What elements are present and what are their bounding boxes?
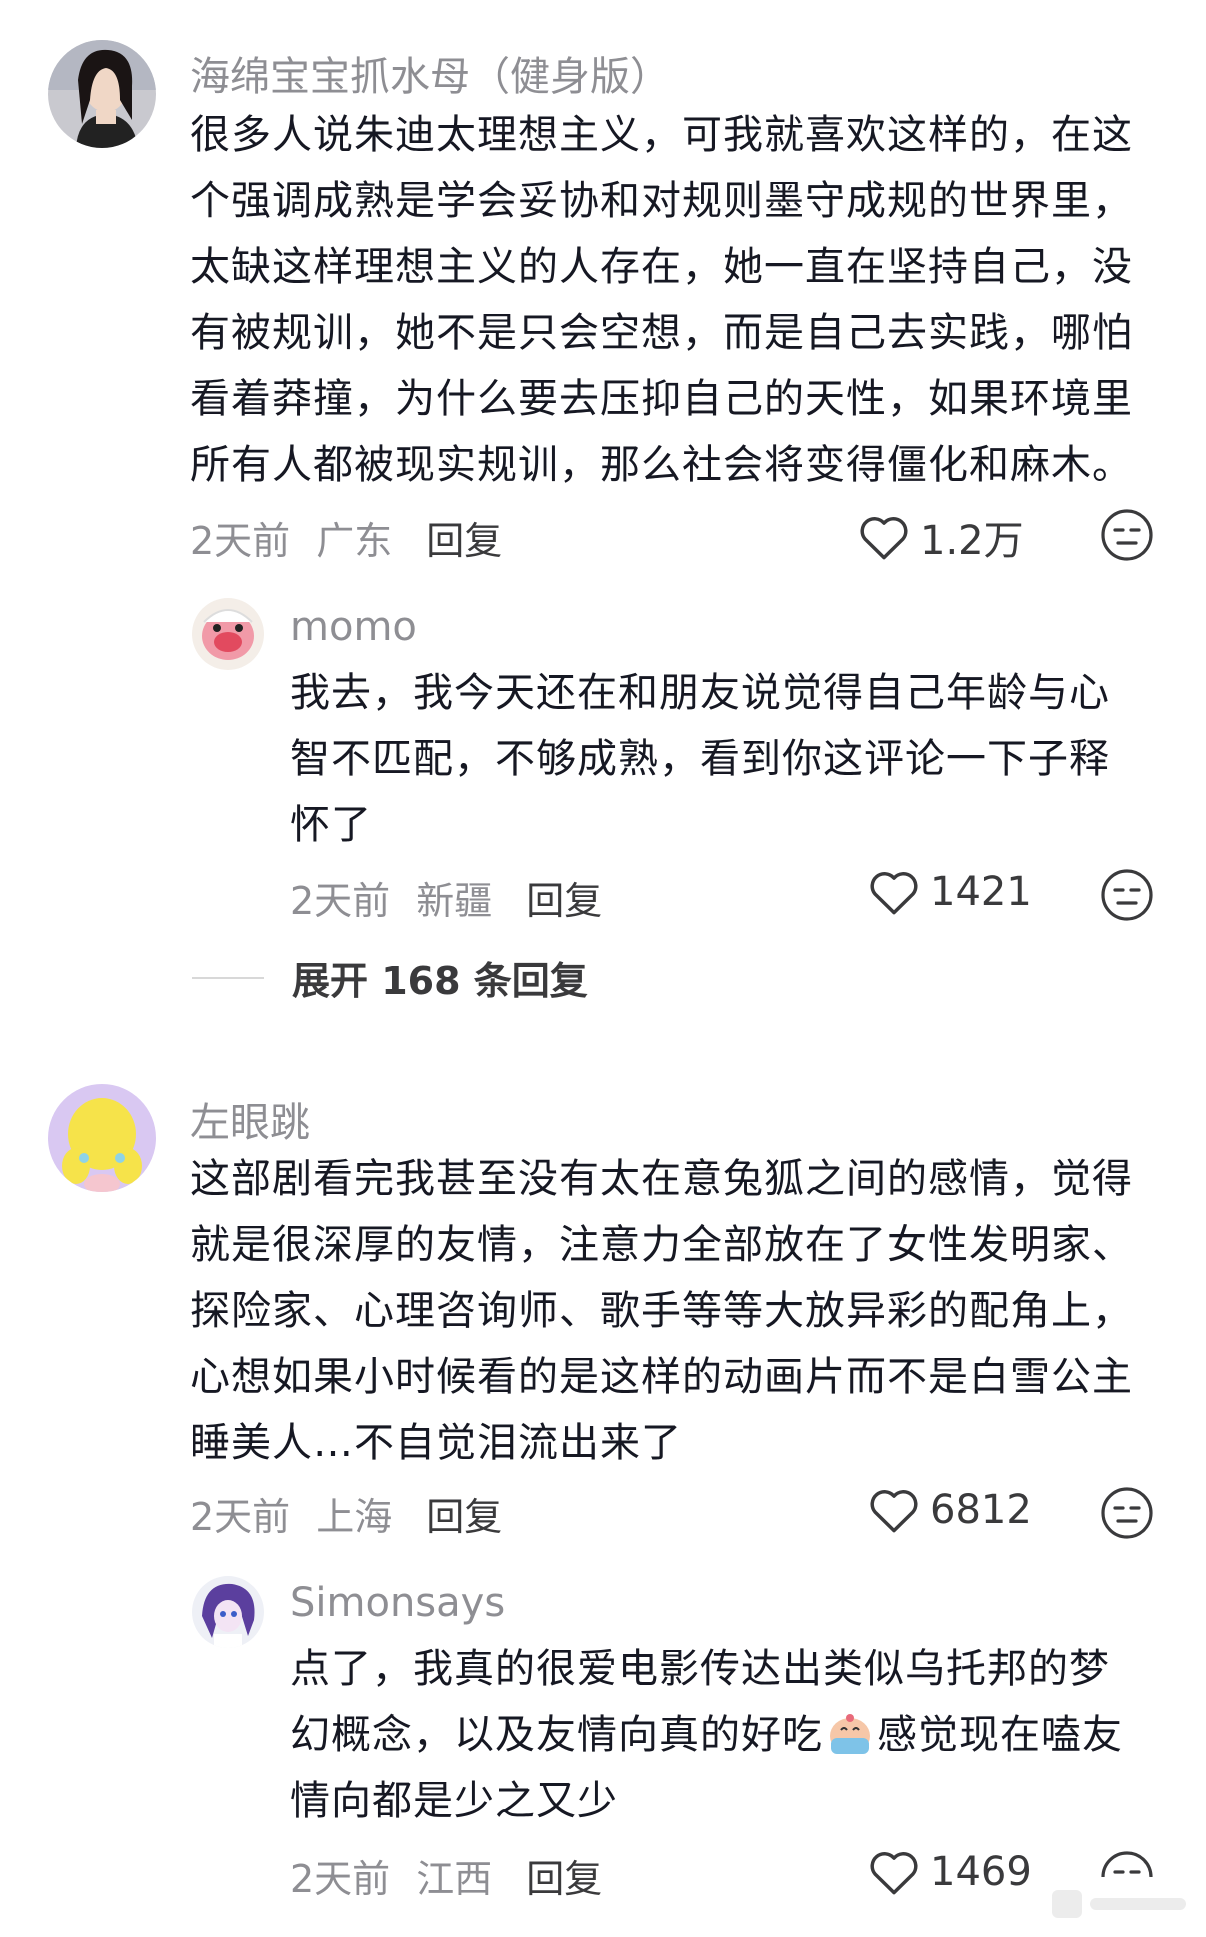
comment-text: 点了，我真的很爱电影传达出类似乌托邦的梦 幻概念，以及友情向真的好吃 感觉现在嗑… — [290, 1636, 1123, 1834]
text-line: 智不匹配，不够成熟，看到你这评论一下子释 — [290, 736, 1110, 782]
text-segment: 感觉现在嗑友 — [877, 1712, 1123, 1758]
watermark-logo — [1040, 1877, 1200, 1931]
like-count: 1469 — [930, 1849, 1032, 1895]
like-count: 6812 — [930, 1487, 1032, 1533]
timestamp: 2天前 — [190, 519, 291, 563]
reply-button[interactable]: 回复 — [526, 1857, 602, 1901]
text-line: 这部剧看完我甚至没有太在意兔狐之间的感情，觉得 — [190, 1156, 1133, 1202]
reply-button[interactable]: 回复 — [426, 1495, 502, 1539]
like-button[interactable]: 6812 — [868, 1486, 1032, 1534]
timestamp: 2天前 — [190, 1495, 291, 1539]
username[interactable]: Simonsays — [290, 1580, 505, 1626]
username[interactable]: momo — [290, 604, 417, 650]
comment-meta: 2天前 江西 回复 — [290, 1848, 628, 1903]
text-line: 很多人说朱迪太理想主义，可我就喜欢这样的，在这 — [190, 112, 1133, 158]
location: 上海 — [316, 1495, 393, 1539]
heart-outline-icon — [860, 517, 908, 560]
username[interactable]: 海绵宝宝抓水母（健身版） — [190, 44, 670, 102]
like-count: 1.2万 — [920, 518, 1024, 564]
text-line: 情向都是少之又少 — [290, 1778, 618, 1824]
location: 江西 — [416, 1857, 493, 1901]
unamused-face-icon[interactable] — [1100, 508, 1154, 562]
text-line: 点了，我真的很爱电影传达出类似乌托邦的梦 — [290, 1646, 1110, 1692]
divider — [192, 976, 264, 979]
like-count: 1421 — [930, 869, 1032, 915]
comment-meta: 2天前 新疆 回复 — [290, 870, 628, 925]
timestamp: 2天前 — [290, 1857, 391, 1901]
comment-meta: 2天前 广东 回复 — [190, 510, 528, 565]
like-button[interactable]: 1.2万 — [858, 508, 1024, 566]
like-button[interactable]: 1421 — [868, 868, 1032, 916]
avatar[interactable] — [192, 1576, 264, 1648]
text-line: 怀了 — [290, 802, 372, 848]
text-line: 所有人都被现实规训，那么社会将变得僵化和麻木。 — [190, 442, 1133, 488]
avatar[interactable] — [192, 598, 264, 670]
text-line: 个强调成熟是学会妥协和对规则墨守成规的世界里， — [190, 178, 1133, 224]
text-line: 幻概念，以及友情向真的好吃 感觉现在嗑友 — [290, 1702, 1123, 1768]
expand-replies-button[interactable]: 展开 168 条回复 — [192, 950, 588, 1005]
timestamp: 2天前 — [290, 879, 391, 923]
avatar[interactable] — [48, 40, 156, 148]
expand-replies-label: 展开 168 条回复 — [292, 959, 588, 1003]
avatar-yellow-hair-character-icon — [48, 1084, 156, 1192]
text-line: 就是很深厚的友情，注意力全部放在了女性发明家、 — [190, 1222, 1133, 1268]
text-line: 有被规训，她不是只会空想，而是自己去实践，哪怕 — [190, 310, 1133, 356]
unamused-face-icon[interactable] — [1100, 868, 1154, 922]
text-line: 我去，我今天还在和朋友说觉得自己年龄与心 — [290, 670, 1110, 716]
comment-text: 我去，我今天还在和朋友说觉得自己年龄与心 智不匹配，不够成熟，看到你这评论一下子… — [290, 660, 1110, 858]
text-line: 探险家、心理咨询师、歌手等等大放异彩的配角上， — [190, 1288, 1133, 1334]
heart-outline-icon — [870, 872, 918, 915]
reply-button[interactable]: 回复 — [426, 519, 502, 563]
text-segment: 幻概念，以及友情向真的好吃 — [290, 1712, 823, 1758]
crying-eating-emoji-icon — [830, 1714, 870, 1754]
username[interactable]: 左眼跳 — [190, 1090, 310, 1148]
text-line: 睡美人…不自觉泪流出来了 — [190, 1420, 682, 1466]
reply-button[interactable]: 回复 — [526, 879, 602, 923]
unamused-face-icon[interactable] — [1100, 1486, 1154, 1540]
avatar-purple-hair-character-icon — [192, 1576, 264, 1648]
comment-text: 这部剧看完我甚至没有太在意兔狐之间的感情，觉得 就是很深厚的友情，注意力全部放在… — [190, 1146, 1133, 1476]
text-line: 看着莽撞，为什么要去压抑自己的天性，如果环境里 — [190, 376, 1133, 422]
text-line: 太缺这样理想主义的人存在，她一直在坚持自己，没 — [190, 244, 1133, 290]
heart-outline-icon — [870, 1490, 918, 1533]
comment-text: 很多人说朱迪太理想主义，可我就喜欢这样的，在这 个强调成熟是学会妥协和对规则墨守… — [190, 102, 1133, 498]
weibo-watermark-icon — [1052, 1890, 1186, 1918]
avatar-photo-icon — [48, 40, 156, 148]
heart-outline-icon — [870, 1852, 918, 1895]
like-button[interactable]: 1469 — [868, 1848, 1032, 1896]
text-line: 心想如果小时候看的是这样的动画片而不是白雪公主 — [190, 1354, 1133, 1400]
avatar[interactable] — [48, 1084, 156, 1192]
avatar-pink-character-icon — [192, 598, 264, 670]
comment-meta: 2天前 上海 回复 — [190, 1486, 528, 1541]
location: 新疆 — [416, 879, 493, 923]
location: 广东 — [316, 519, 393, 563]
